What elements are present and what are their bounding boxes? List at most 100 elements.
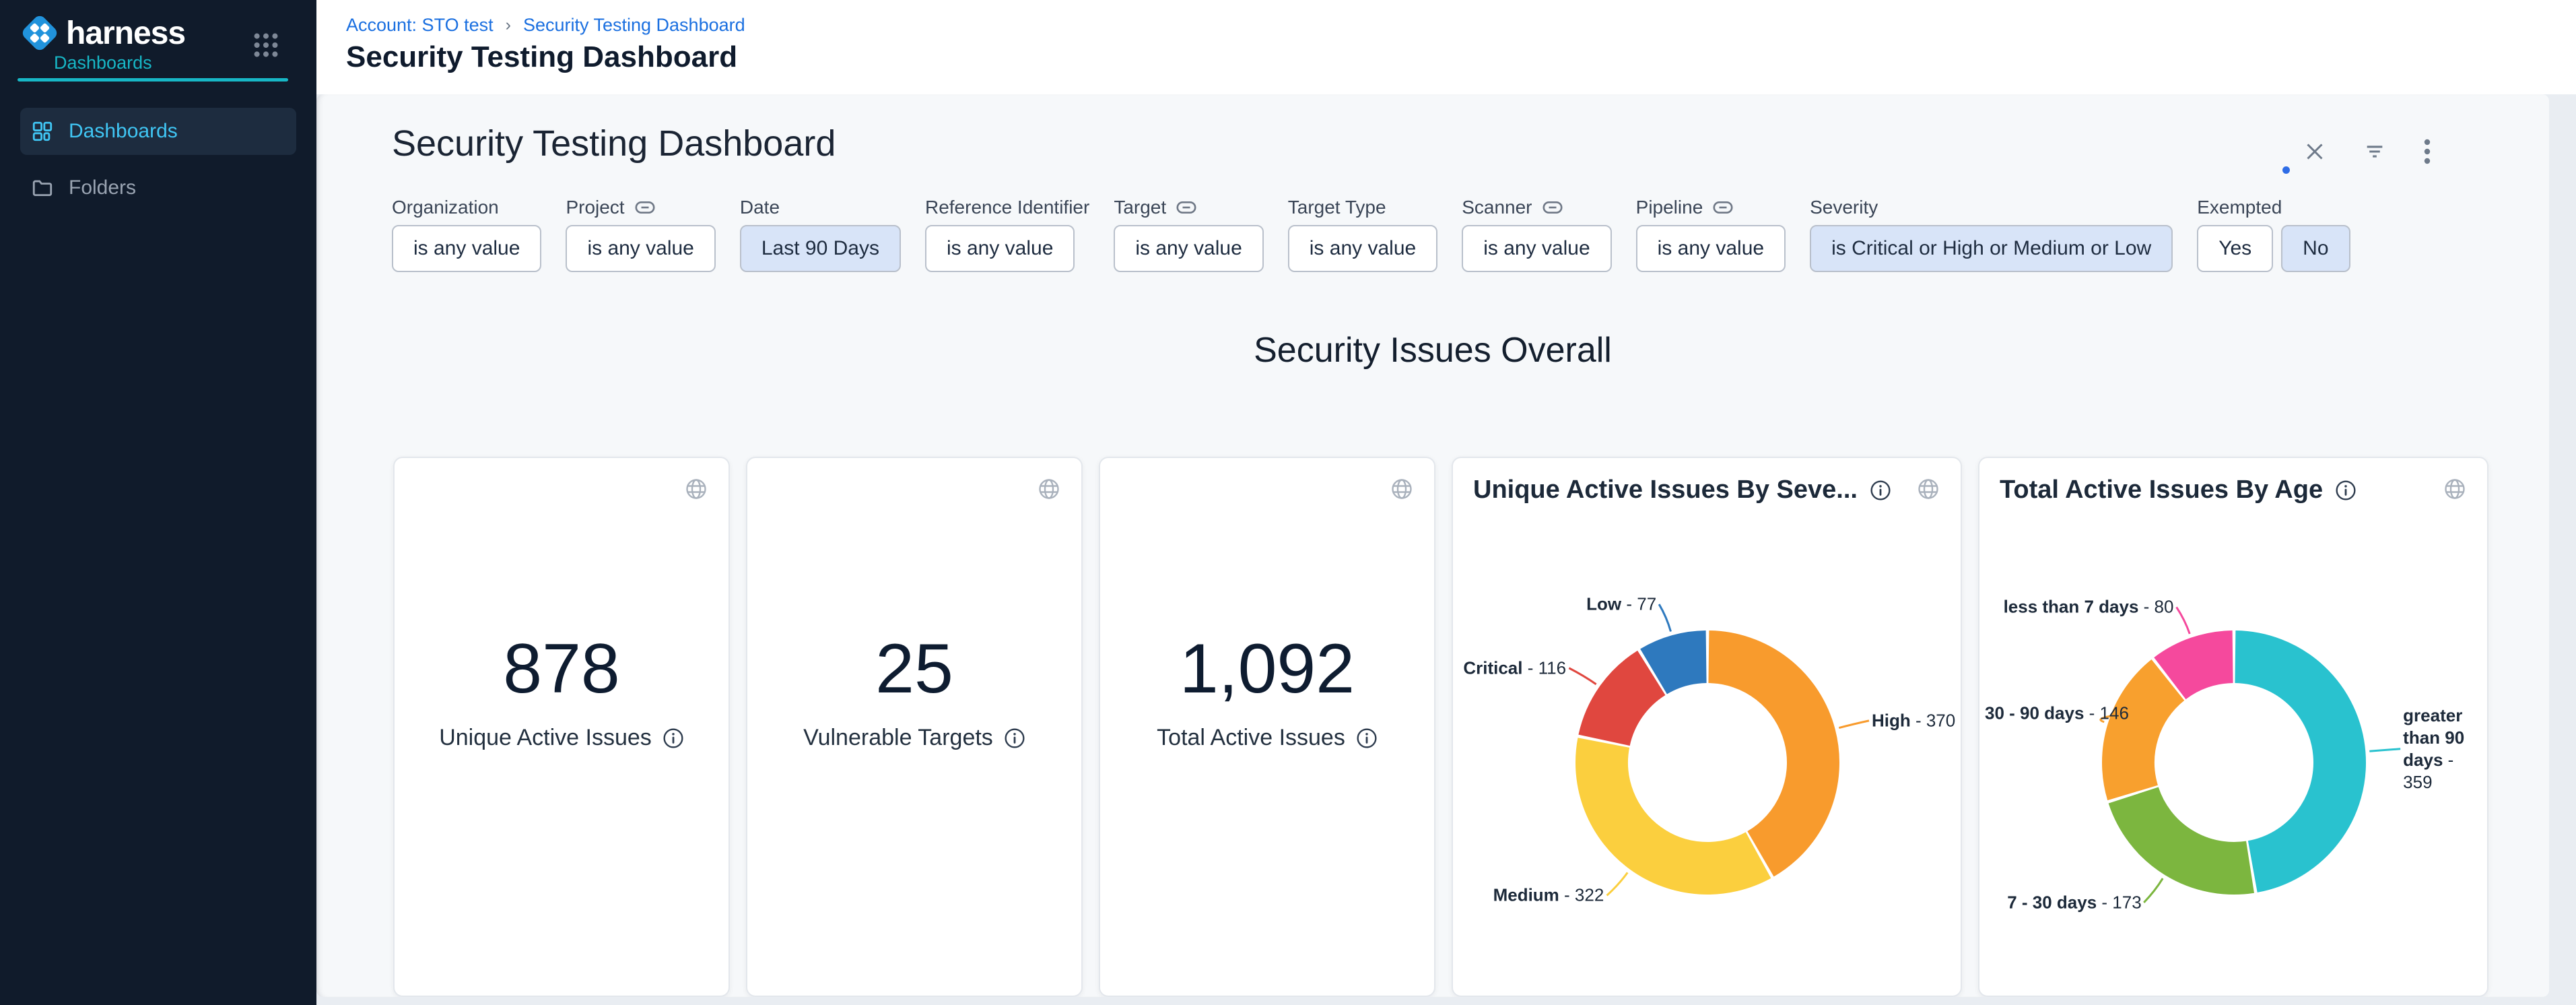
exempted-yes-chip[interactable]: Yes [2197, 225, 2273, 272]
close-icon[interactable] [2303, 139, 2327, 164]
sidebar-item-folders[interactable]: Folders [20, 164, 296, 212]
filter-value-chip[interactable]: is any value [925, 225, 1075, 272]
link-icon [634, 200, 656, 215]
filter-value-chip[interactable]: is any value [566, 225, 715, 272]
filter-value-chip[interactable]: is any value [1114, 225, 1263, 272]
filter-value-chip[interactable]: Last 90 Days [740, 225, 901, 272]
folder-icon [31, 176, 54, 199]
sidebar-item-label: Folders [69, 176, 136, 199]
sidebar-item-label: Dashboards [69, 120, 178, 143]
breadcrumb-account-link[interactable]: Account: STO test [346, 15, 494, 36]
filter-label: Target Type [1288, 197, 1386, 218]
filter-label: Reference Identifier [925, 197, 1089, 218]
stat-card-unique-active-issues: 878 Unique Active Issues [393, 457, 730, 997]
filter-value-chip[interactable]: is any value [392, 225, 541, 272]
cursor-dot [2282, 166, 2290, 174]
donut-segment-label: Medium - 322 [1493, 884, 1604, 907]
harness-logo-icon [18, 11, 62, 55]
stat-card-total-active-issues: 1,092 Total Active Issues [1099, 457, 1435, 997]
filter-severity: Severity is Critical or High or Medium o… [1810, 195, 2173, 272]
globe-icon[interactable] [1916, 477, 1940, 501]
chart-title-row: Total Active Issues By Age [2000, 476, 2429, 505]
link-icon [1176, 200, 1197, 215]
section-title: Security Issues Overall [316, 330, 2549, 370]
dashboards-icon [31, 120, 54, 143]
info-icon[interactable] [2335, 480, 2357, 501]
donut-segment-greater-than-90-days[interactable] [2235, 657, 2340, 867]
donut-segment-7-30-days[interactable] [2134, 796, 2250, 868]
filter-label: Date [740, 197, 780, 218]
info-icon[interactable] [663, 727, 684, 749]
page-title: Security Testing Dashboard [346, 40, 737, 74]
donut-segment-critical[interactable] [1604, 673, 1652, 740]
sidebar: harness Dashboards Dashboards Fold [0, 0, 316, 1005]
main-area: Account: STO test › Security Testing Das… [316, 0, 2576, 1005]
stat-value: 1,092 [1180, 633, 1355, 706]
donut-segment-high[interactable] [1709, 657, 1813, 854]
filter-target-type: Target Type is any value [1288, 195, 1437, 272]
link-icon [1542, 200, 1563, 215]
breadcrumb: Account: STO test › Security Testing Das… [346, 15, 745, 36]
sidebar-item-dashboards[interactable]: Dashboards [20, 108, 296, 155]
donut-segment-less-than-7-days[interactable] [2170, 657, 2233, 678]
filter-exempted: Exempted Yes No [2197, 195, 2350, 272]
filter-label: Severity [1810, 197, 1878, 218]
sidebar-nav: Dashboards Folders [0, 108, 316, 212]
info-icon[interactable] [1004, 727, 1025, 749]
link-icon [1712, 200, 1734, 215]
callout-line [1569, 668, 1596, 684]
exempted-no-chip[interactable]: No [2281, 225, 2350, 272]
filter-label: Exempted [2197, 197, 2282, 218]
stat-label-text: Unique Active Issues [439, 725, 652, 751]
panel-actions [2303, 137, 2432, 166]
globe-icon[interactable] [1390, 477, 1414, 501]
sidebar-header: harness Dashboards [0, 0, 316, 84]
donut-segment-30-90-days[interactable] [2128, 680, 2168, 792]
globe-icon[interactable] [1037, 477, 1061, 501]
stat-card-vulnerable-targets: 25 Vulnerable Targets [746, 457, 1083, 997]
donut-segment-medium[interactable] [1602, 743, 1759, 868]
donut-chart-severity: High - 370Medium - 322Critical - 116Low … [1453, 458, 1961, 996]
donut-segment-label: High - 370 [1872, 709, 1955, 732]
chart-title-row: Unique Active Issues By Seve... [1473, 476, 1903, 505]
callout-line [2144, 878, 2163, 903]
filter-reference-identifier: Reference Identifier is any value [925, 195, 1089, 272]
donut-segment-low[interactable] [1654, 657, 1706, 672]
stat-label: Unique Active Issues [439, 725, 684, 751]
callout-line [1659, 604, 1670, 631]
filter-value-chip[interactable]: is any value [1462, 225, 1611, 272]
filter-label: Pipeline [1636, 197, 1703, 218]
kebab-menu-icon[interactable] [2422, 137, 2432, 166]
filter-label: Scanner [1462, 197, 1532, 218]
chart-title: Unique Active Issues By Seve... [1473, 476, 1858, 505]
top-header: Account: STO test › Security Testing Das… [316, 0, 2576, 94]
chevron-right-icon: › [506, 15, 511, 35]
info-icon[interactable] [1356, 727, 1378, 749]
donut-segment-label: 30 - 90 days - 146 [1985, 703, 2129, 725]
filter-pipeline: Pipeline is any value [1636, 195, 1786, 272]
filter-target: Target is any value [1114, 195, 1263, 272]
filter-value-chip[interactable]: is any value [1636, 225, 1786, 272]
stat-label-text: Total Active Issues [1157, 725, 1345, 751]
globe-icon[interactable] [684, 477, 708, 501]
stat-value: 878 [503, 633, 620, 706]
chart-card-issues-by-severity: Unique Active Issues By Seve... High - 3… [1452, 457, 1962, 997]
filter-value-chip[interactable]: is Critical or High or Medium or Low [1810, 225, 2173, 272]
apps-grid-icon[interactable] [250, 30, 281, 61]
filter-value-chip[interactable]: is any value [1288, 225, 1437, 272]
donut-segment-label: 7 - 30 days - 173 [2007, 891, 2141, 913]
module-name: Dashboards [54, 53, 152, 73]
chart-card-issues-by-age: Total Active Issues By Age greater than … [1978, 457, 2488, 997]
breadcrumb-current-link[interactable]: Security Testing Dashboard [523, 15, 745, 36]
globe-icon[interactable] [2443, 477, 2467, 501]
filter-scanner: Scanner is any value [1462, 195, 1611, 272]
info-icon[interactable] [1870, 480, 1891, 501]
callout-line [2369, 749, 2400, 751]
brand-wordmark: harness [66, 15, 185, 52]
cards-row: 878 Unique Active Issues [393, 457, 2488, 997]
filter-date: Date Last 90 Days [740, 195, 901, 272]
filter-icon[interactable] [2362, 140, 2387, 163]
donut-segment-label: less than 7 days - 80 [2004, 596, 2174, 618]
donut-segment-label: Critical - 116 [1463, 657, 1566, 679]
stat-label: Total Active Issues [1157, 725, 1378, 751]
